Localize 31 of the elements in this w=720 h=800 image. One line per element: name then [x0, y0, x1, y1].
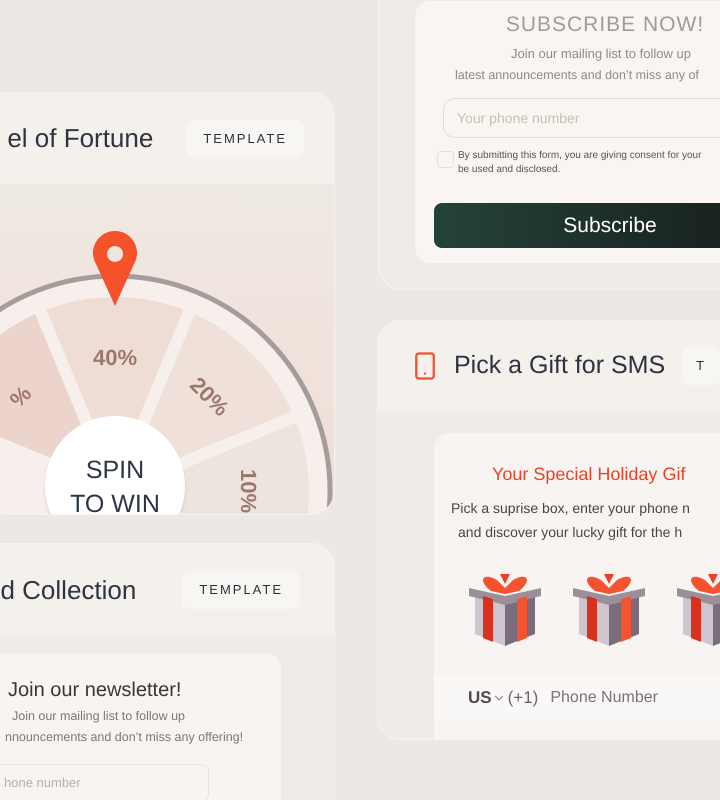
template-badge: TEMPLATE: [182, 571, 300, 609]
template-badge: T: [682, 347, 720, 385]
dial-code: (+1): [508, 687, 538, 710]
subscribe-description: latest announcements and don’t miss any of: [454, 67, 699, 84]
card-title: d Collection: [0, 574, 136, 606]
segment-label: %: [4, 380, 36, 412]
gift-form-description: and discover your lucky gift for the h: [457, 523, 684, 542]
newsletter-title: Join our newsletter!: [7, 678, 182, 703]
pin-icon: [93, 230, 137, 306]
template-badge: TEMPLATE: [186, 120, 304, 158]
gift-box-icon: [571, 572, 647, 646]
phone-input-field[interactable]: Your phone number: [443, 98, 720, 138]
segment-label: 40%: [92, 344, 138, 370]
consent-checkbox[interactable]: [437, 150, 454, 168]
gift-form-title: Your Special Holiday Gif: [491, 463, 686, 486]
phone-placeholder: Phone Number: [550, 688, 658, 708]
newsletter-description: nnouncements and don’t miss any offering!: [4, 728, 244, 746]
subscribe-description: Join our mailing list to follow up: [510, 44, 691, 63]
card-title: Pick a Gift for SMS: [454, 350, 666, 382]
subscribe-button[interactable]: Subscribe: [434, 202, 720, 248]
consent-text: By submitting this form, you are giving consent for your: [458, 148, 702, 163]
subscribe-title: SUBSCRIBE NOW!: [506, 12, 704, 38]
consent-text: be used and disclosed.: [458, 162, 562, 177]
gift-box-icon: [467, 572, 543, 646]
phone-input-field[interactable]: hone number: [0, 764, 209, 800]
phone-field[interactable]: US (+1) Phone Number: [434, 676, 720, 720]
gift-form-description: Pick a suprise box, enter your phone n: [450, 499, 691, 518]
card-title: el of Fortune: [7, 122, 154, 155]
newsletter-description: Join our mailing list to follow up: [11, 708, 185, 725]
country-code: US: [468, 687, 492, 710]
segment-label: 10%: [236, 468, 262, 514]
